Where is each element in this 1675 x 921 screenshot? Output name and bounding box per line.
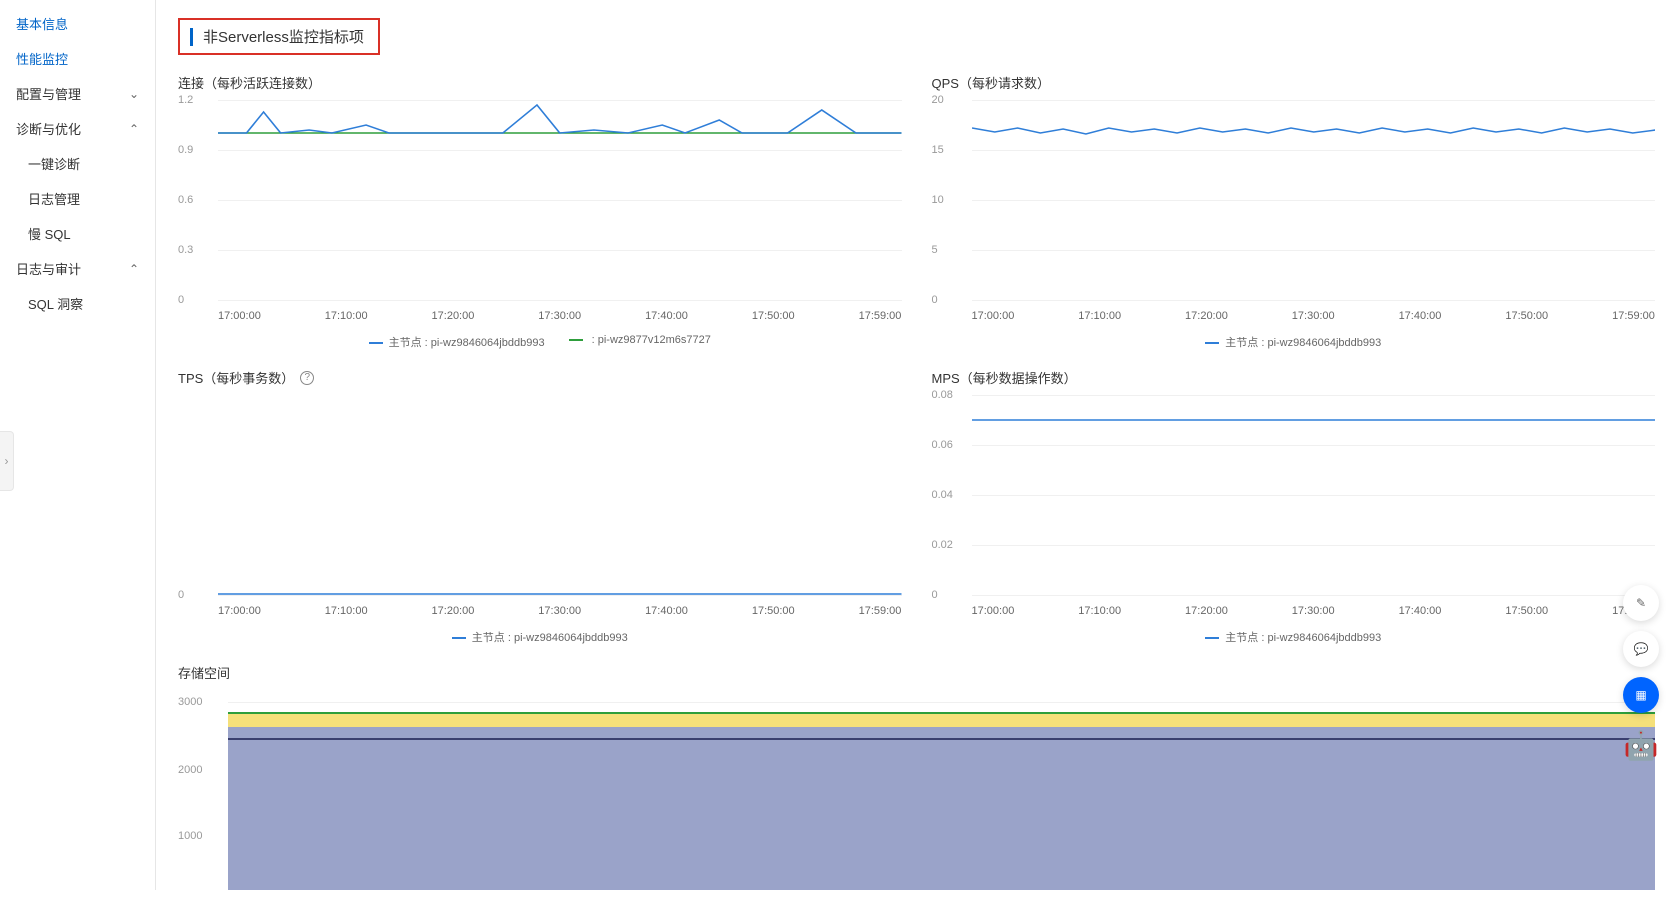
float-feedback-button[interactable]: 💬 [1623,631,1659,667]
chart-storage: 存储空间 3000 2000 1000 [178,663,1655,890]
chart-connections: 连接（每秒活跃连接数） 1.2 0.9 0.6 0.3 0 17:00:0017… [178,73,902,368]
sidebar: 基本信息 性能监控 配置与管理⌄ 诊断与优化⌃ 一键诊断 日志管理 慢 SQL … [0,0,156,890]
legend-item-primary[interactable]: 主节点 : pi-wz9846064jbddb993 [1205,629,1381,645]
chart-mps: MPS（每秒数据操作数） 0.08 0.06 0.04 0.02 0 17:00… [932,368,1656,663]
legend-item-primary[interactable]: 主节点 : pi-wz9846064jbddb993 [369,334,545,350]
sidebar-item-one-click-diag[interactable]: 一键诊断 [0,146,155,181]
sidebar-collapse-handle[interactable]: › [0,431,14,491]
legend-item-secondary[interactable]: : pi-wz9877v12m6s7727 [569,334,711,350]
chart-plot[interactable]: 0 [178,395,902,595]
x-axis-ticks: 17:00:0017:10:0017:20:0017:30:0017:40:00… [178,306,902,328]
chevron-up-icon: ⌃ [129,262,139,276]
sidebar-item-diagnosis[interactable]: 诊断与优化⌃ [0,111,155,146]
sidebar-item-perf-monitor[interactable]: 性能监控 [0,41,155,76]
float-assistant-button[interactable]: 🤖 [1623,727,1659,763]
sidebar-item-audit[interactable]: 日志与审计⌃ [0,251,155,286]
chart-legend: 主节点 : pi-wz9846064jbddb993 : pi-wz9877v1… [178,328,902,368]
x-axis-ticks: 17:00:0017:10:0017:20:0017:30:0017:40:00… [932,306,1656,328]
chart-title: TPS（每秒事务数） ? [178,368,902,387]
chevron-up-icon: ⌃ [129,122,139,136]
chart-legend: 主节点 : pi-wz9846064jbddb993 [932,623,1656,663]
legend-item-primary[interactable]: 主节点 : pi-wz9846064jbddb993 [452,629,628,645]
x-axis-ticks: 17:00:0017:10:0017:20:0017:30:0017:40:00… [178,601,902,623]
chart-title: 存储空间 [178,663,1655,682]
section-header-text: 非Serverless监控指标项 [203,26,364,47]
header-accent-bar [190,28,193,46]
help-icon[interactable]: ? [300,371,314,385]
section-header: 非Serverless监控指标项 [178,18,380,55]
chart-tps: TPS（每秒事务数） ? 0 17:00:0017:10:0017:20:001… [178,368,902,663]
sidebar-item-basic-info[interactable]: 基本信息 [0,6,155,41]
chat-icon: 💬 [1634,642,1649,656]
chart-plot[interactable]: 3000 2000 1000 [178,690,1655,890]
pencil-icon: ✎ [1636,596,1646,610]
x-axis-ticks: 17:00:0017:10:0017:20:0017:30:0017:40:00… [932,601,1656,623]
main-content: 非Serverless监控指标项 连接（每秒活跃连接数） 1.2 0.9 0.6… [156,0,1675,890]
sidebar-item-config[interactable]: 配置与管理⌄ [0,76,155,111]
chart-title: QPS（每秒请求数） [932,73,1656,92]
chart-plot[interactable]: 1.2 0.9 0.6 0.3 0 [178,100,902,300]
float-edit-button[interactable]: ✎ [1623,585,1659,621]
robot-icon: 🤖 [1624,729,1659,762]
legend-item-primary[interactable]: 主节点 : pi-wz9846064jbddb993 [1205,334,1381,350]
sidebar-item-slow-sql[interactable]: 慢 SQL [0,216,155,251]
float-apps-button[interactable]: ▦ [1623,677,1659,713]
chart-qps: QPS（每秒请求数） 20 15 10 5 0 17:00:0017:10:00… [932,73,1656,368]
grid-icon: ▦ [1635,688,1646,702]
sidebar-item-sql-insight[interactable]: SQL 洞察 [0,286,155,321]
chart-plot[interactable]: 0.08 0.06 0.04 0.02 0 [932,395,1656,595]
chart-legend: 主节点 : pi-wz9846064jbddb993 [178,623,902,663]
chart-title: 连接（每秒活跃连接数） [178,73,902,92]
chart-plot[interactable]: 20 15 10 5 0 [932,100,1656,300]
chevron-down-icon: ⌄ [129,87,139,101]
chart-title: MPS（每秒数据操作数） [932,368,1656,387]
chart-legend: 主节点 : pi-wz9846064jbddb993 [932,328,1656,368]
sidebar-item-log-manage[interactable]: 日志管理 [0,181,155,216]
